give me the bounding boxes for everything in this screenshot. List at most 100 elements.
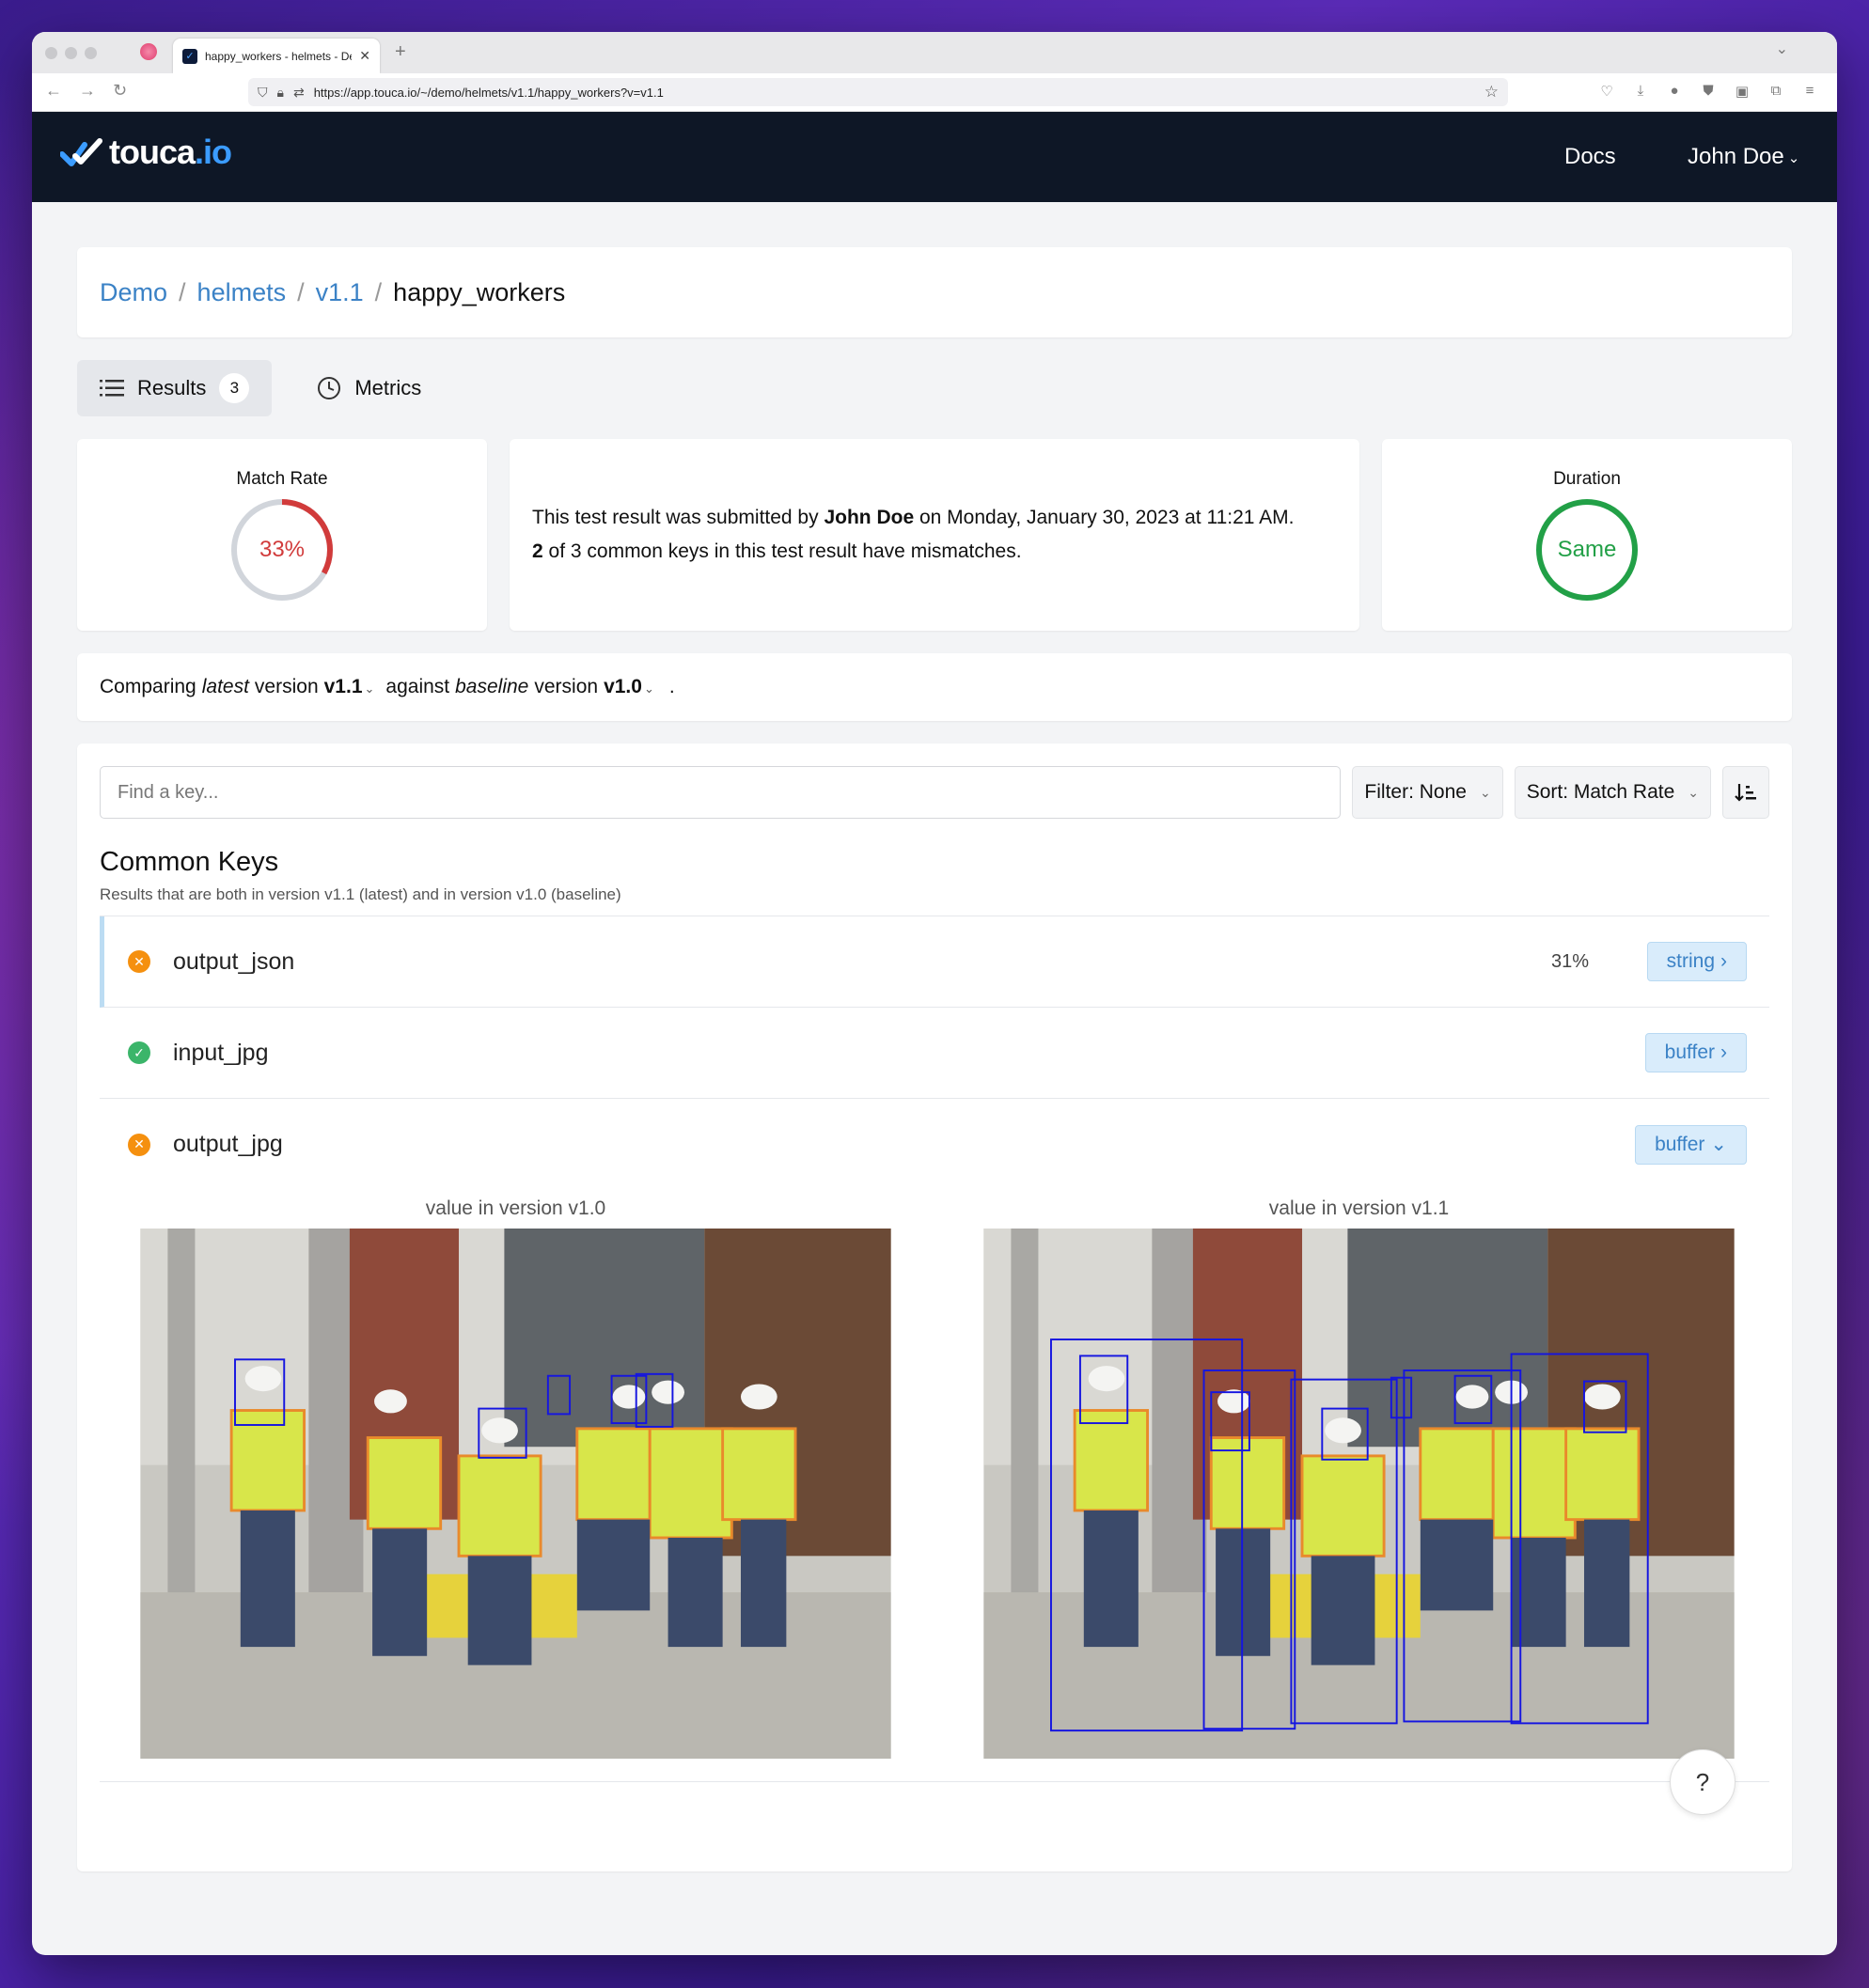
pocket-icon[interactable]: ♡ [1598,83,1615,100]
breadcrumb-suite[interactable]: helmets [197,278,287,307]
summary-mismatch-text: of 3 common keys in this test result hav… [548,540,1022,562]
maximize-window-button[interactable] [85,47,97,59]
logo-text-accent: .io [195,133,232,171]
address-bar[interactable]: ⛉ 🔒︎ ⇄ https://app.touca.io/~/demo/helme… [248,78,1508,106]
breadcrumb-separator: / [297,277,305,306]
reload-icon[interactable]: ↻ [113,81,127,101]
docs-link[interactable]: Docs [1564,144,1616,170]
browser-tab-title: happy_workers - helmets - Demo [205,49,352,63]
user-menu[interactable]: John Doe ⌄ [1688,144,1799,170]
type-button-buffer-expanded[interactable]: buffer ⌄ [1635,1124,1747,1165]
breadcrumb-separator: / [179,277,186,306]
ublock-icon[interactable]: ⛊ [1700,83,1717,100]
tab-results[interactable]: Results 3 [77,360,273,416]
match-rate-title: Match Rate [236,469,328,489]
forward-icon[interactable]: → [79,81,96,101]
help-button[interactable]: ? [1670,1749,1736,1815]
key-match-rate: 31% [1550,950,1589,972]
tab-metrics-label: Metrics [354,376,422,399]
summary-line-2: 2 of 3 common keys in this test result h… [532,535,1337,569]
bookmark-star-icon[interactable]: ☆ [1484,83,1499,102]
comparison-latest-word: latest [201,676,249,697]
user-name: John Doe [1688,144,1784,169]
latest-image-label: value in version v1.1 [1268,1197,1450,1219]
key-list: ✕ output_json 31% string › ✓ input_jpg bu… [100,916,1769,1782]
logo-text: touca.io [109,133,232,172]
summary-author: John Doe [824,507,915,528]
touca-favicon-icon: ✓ [182,48,197,64]
breadcrumb-team[interactable]: Demo [100,278,167,307]
latest-version-value: v1.1 [323,676,363,697]
duration-ring: Same [1534,497,1640,603]
stats-row: Match Rate 33% This test result was subm… [77,439,1792,631]
image-comparison: value in version v1.0 value in version v… [100,1190,1769,1782]
type-label: buffer [1655,1133,1705,1155]
key-row-output-jpg[interactable]: ✕ output_jpg buffer ⌄ [100,1099,1769,1190]
common-keys-title: Common Keys [100,847,279,877]
search-filter-row: Filter: None ⌄ Sort: Match Rate ⌄ [100,766,1769,819]
summary-line-1: This test result was submitted by John D… [532,501,1337,535]
results-count-badge: 3 [219,373,250,403]
common-keys-subtitle: Results that are both in version v1.1 (l… [100,885,621,903]
version-comparison-bar: Comparing latest version v1.1 ⌄ against b… [77,653,1792,721]
tab-metrics[interactable]: Metrics [294,360,444,416]
breadcrumb-version[interactable]: v1.1 [316,278,364,307]
chevron-right-icon: › [1720,1041,1727,1063]
browser-tab-active[interactable]: ✓ happy_workers - helmets - Demo ✕ [173,39,380,73]
type-button-buffer[interactable]: buffer › [1644,1033,1747,1072]
browser-nav-bar: ← → ↻ ⛉ 🔒︎ ⇄ https://app.touca.io/~/demo… [32,73,1837,112]
close-window-button[interactable] [45,47,57,59]
permissions-icon[interactable]: ⇄ [293,85,305,101]
key-name: input_jpg [173,1039,269,1066]
match-check-icon: ✓ [128,1041,150,1064]
type-label: string [1666,950,1715,972]
type-button-string[interactable]: string › [1646,942,1747,981]
key-row-input-jpg[interactable]: ✓ input_jpg buffer › [100,1008,1769,1099]
download-icon[interactable]: ⤓ [1632,83,1649,100]
baseline-image-column: value in version v1.0 [128,1190,903,1759]
tab-list-chevron-icon[interactable]: ⌄ [1776,39,1788,58]
baseline-image-label: value in version v1.0 [425,1197,606,1219]
back-icon[interactable]: ← [45,81,62,101]
filter-dropdown[interactable]: Filter: None ⌄ [1352,766,1503,819]
comparison-baseline-word: baseline [455,676,529,697]
breadcrumb-separator: / [374,277,383,306]
match-rate-value: 33% [259,537,306,562]
comparison-text: against [385,676,450,697]
app-header: touca.io Docs John Doe ⌄ [32,112,1837,202]
duration-card: Duration Same [1382,439,1792,631]
sort-dropdown[interactable]: Sort: Match Rate ⌄ [1514,766,1711,819]
comparison-text: version [254,676,319,697]
menu-hamburger-icon[interactable]: ≡ [1801,83,1818,100]
comparison-text: version [534,676,599,697]
chevron-right-icon: › [1720,950,1727,972]
match-rate-card: Match Rate 33% [77,439,487,631]
baseline-version-select[interactable]: v1.0 ⌄ [604,676,654,698]
touca-logo[interactable]: touca.io [60,133,232,172]
extension-badge-icon[interactable]: ▣ [1734,83,1751,100]
extension-p-icon[interactable]: ● [1666,83,1683,100]
key-name: output_json [173,947,295,975]
duration-value: Same [1557,537,1617,562]
key-row-output-json[interactable]: ✕ output_json 31% string › [100,916,1769,1008]
key-name: output_jpg [173,1131,283,1157]
summary-mismatch-count: 2 [532,540,543,562]
close-tab-icon[interactable]: ✕ [359,48,370,64]
new-tab-icon[interactable]: + [395,41,406,63]
shield-icon[interactable]: ⛉ [258,85,268,101]
minimize-window-button[interactable] [65,47,77,59]
latest-version-select[interactable]: v1.1 ⌄ [324,676,375,698]
sort-direction-button[interactable] [1722,766,1769,819]
extensions-puzzle-icon[interactable]: ⧉ [1767,83,1784,100]
chevron-down-icon: ⌄ [1710,1134,1727,1155]
latest-output-image [983,1228,1735,1759]
extension-tab-icon[interactable] [140,43,157,60]
url-text[interactable]: https://app.touca.io/~/demo/helmets/v1.1… [314,86,1475,100]
window-controls [45,47,97,59]
comparison-text: Comparing [100,676,196,697]
duration-title: Duration [1553,469,1621,489]
match-rate-ring: 33% [229,497,335,603]
lock-icon[interactable]: 🔒︎ [277,85,284,101]
search-input[interactable] [100,766,1342,819]
chevron-down-icon: ⌄ [1688,784,1699,800]
